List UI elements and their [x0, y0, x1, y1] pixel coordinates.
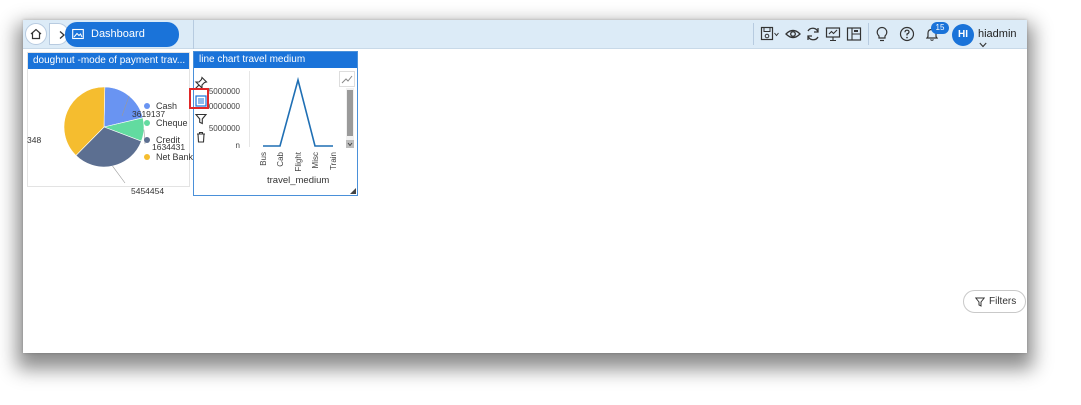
save-icon[interactable] — [760, 26, 780, 42]
layout-panel-icon[interactable] — [846, 26, 862, 42]
avatar[interactable]: HI — [952, 24, 974, 46]
filter-icon — [975, 297, 985, 307]
scroll-down-arrow-icon[interactable] — [346, 140, 354, 148]
legend-swatch — [144, 137, 150, 143]
topbar-divider — [193, 20, 194, 49]
legend-swatch — [144, 103, 150, 109]
legend-swatch — [144, 120, 150, 126]
pie-data-label: 348 — [27, 135, 42, 145]
x-tick-label: Misc — [311, 152, 320, 169]
top-bar: Dashboard Designer — [23, 20, 1027, 65]
y-tick-label: 5000000 — [208, 124, 240, 133]
x-tick-label: Bus — [259, 152, 268, 166]
y-tick-label: 0000000 — [208, 102, 240, 111]
pie-chart — [63, 86, 146, 184]
widget-title: line chart travel medium — [194, 52, 357, 68]
x-axis-title: travel_medium — [267, 175, 330, 186]
toolbar-separator — [753, 23, 754, 45]
filters-button[interactable]: Filters — [963, 290, 1026, 313]
refresh-icon[interactable] — [805, 26, 821, 42]
breadcrumb-dashboard-designer[interactable]: Dashboard Designer — [65, 22, 179, 65]
series-line[interactable] — [263, 76, 333, 147]
legend-swatch — [144, 154, 150, 160]
legend-item-credit[interactable]: Credit — [144, 135, 180, 145]
help-icon[interactable] — [899, 26, 915, 42]
legend-item-net-bank[interactable]: Net Bank — [144, 152, 193, 162]
username-menu[interactable]: hiadmin — [978, 28, 1027, 52]
preview-eye-icon[interactable] — [785, 26, 801, 42]
legend-item-cheque[interactable]: Cheque — [144, 118, 188, 128]
chevron-down-icon — [979, 42, 987, 48]
line-chart-icon — [341, 75, 353, 84]
chart-type-button[interactable] — [339, 71, 355, 87]
pie-data-label: 5454454 — [131, 186, 165, 196]
lightbulb-icon[interactable] — [874, 26, 890, 42]
toolbar-separator — [868, 23, 869, 45]
legend-item-cash[interactable]: Cash — [144, 101, 177, 111]
y-tick-label: 5000000 — [208, 87, 240, 96]
image-icon — [72, 28, 84, 40]
app-screen: Dashboard Designer — [23, 20, 1027, 353]
notification-count-badge: 15 — [931, 22, 949, 34]
legend-label: Net Bank — [156, 152, 194, 162]
x-tick-label: Train — [329, 152, 338, 170]
scrollbar-thumb[interactable] — [347, 90, 353, 136]
scrollbar[interactable] — [346, 88, 354, 148]
legend-label: Cheque — [156, 118, 188, 128]
home-button[interactable] — [25, 23, 47, 45]
presentation-icon[interactable] — [825, 26, 841, 42]
username-label: hiadmin — [978, 28, 1017, 40]
widget-line-travel-medium[interactable]: line chart travel medium 5000000 0000000 5… — [189, 51, 358, 196]
filters-label: Filters — [989, 296, 1017, 307]
pie-leader-line — [112, 165, 126, 184]
widget-title: doughnut -mode of payment trav... — [28, 53, 189, 69]
home-icon — [30, 28, 42, 40]
legend-label: Cash — [156, 101, 178, 111]
x-tick-label: Cab — [276, 152, 285, 167]
widget-doughnut-payment-mode[interactable]: doughnut -mode of payment trav... 361913… — [27, 52, 193, 196]
x-tick-label: Flight — [294, 152, 303, 172]
legend-label: Credit — [156, 135, 181, 145]
resize-handle-icon[interactable] — [350, 188, 356, 194]
y-tick-label: n — [235, 141, 240, 150]
